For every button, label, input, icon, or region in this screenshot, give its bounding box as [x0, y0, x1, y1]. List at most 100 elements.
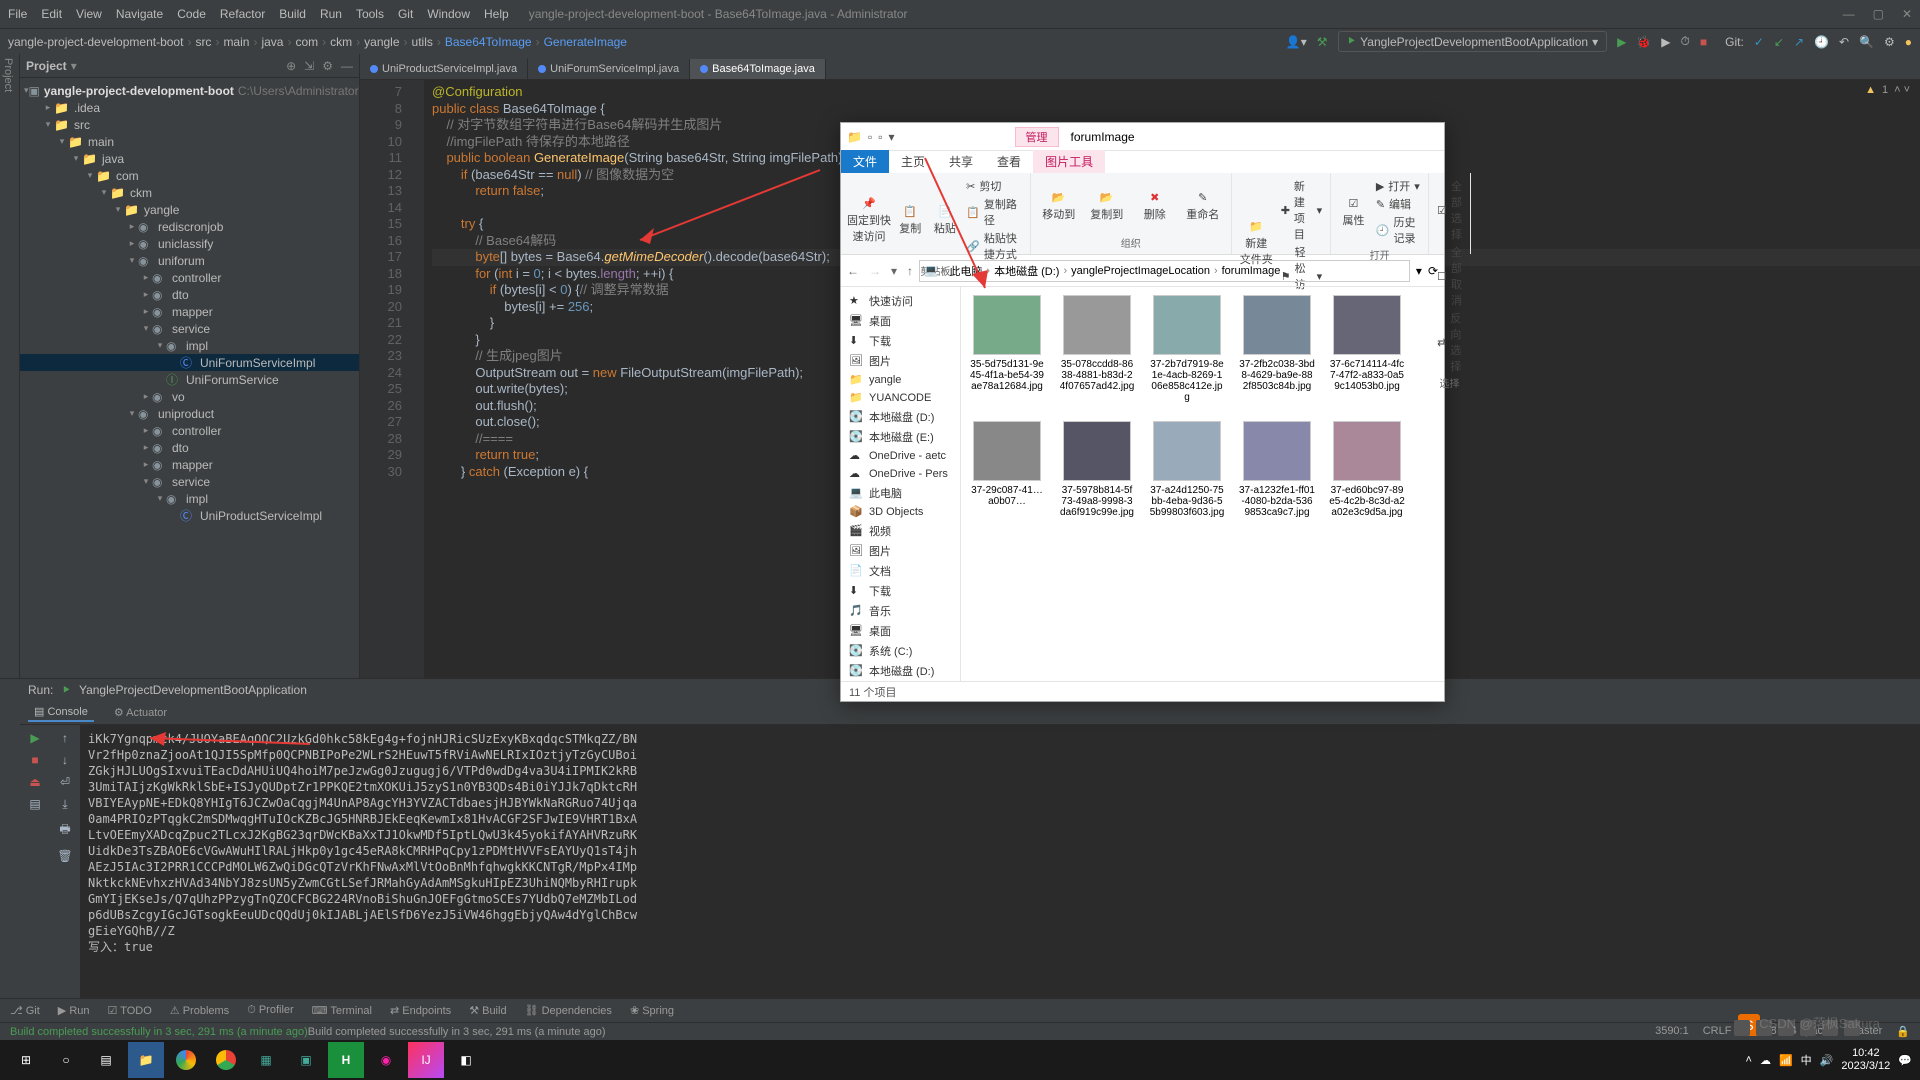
path-segment[interactable]: 此电脑	[949, 263, 982, 279]
nav-item[interactable]: ☁OneDrive - Pers	[841, 465, 960, 483]
menu-help[interactable]: Help	[484, 7, 509, 21]
close-icon[interactable]: ✕	[1902, 7, 1912, 21]
layout-icon[interactable]: ▤	[29, 797, 40, 811]
nav-item[interactable]: 📁yangle	[841, 371, 960, 389]
tree-item[interactable]: ▸◉mapper	[20, 456, 359, 473]
rename-button[interactable]: ✎重命名	[1183, 177, 1223, 235]
qat-icon[interactable]: ▫	[878, 130, 882, 144]
tree-item[interactable]: ▸◉mapper	[20, 303, 359, 320]
down-icon[interactable]: ↓	[62, 753, 68, 767]
file-item[interactable]: 37-ed60bc97-89e5-4c2b-8c3d-a2a02e3c9d5a.…	[1329, 421, 1405, 518]
volume-icon[interactable]: 🔊	[1820, 1054, 1834, 1067]
editor-tab[interactable]: UniProductServiceImpl.java	[360, 59, 528, 79]
qat-dropdown-icon[interactable]: ▾	[888, 130, 894, 144]
tool-problems[interactable]: ⚠ Problems	[170, 1004, 229, 1017]
tree-item[interactable]: ⒸUniProductServiceImpl	[20, 507, 359, 524]
tree-item[interactable]: ▾📁java	[20, 150, 359, 167]
file-grid[interactable]: 35-5d75d131-9e45-4f1a-be54-39ae78a12684.…	[961, 287, 1444, 681]
nav-item[interactable]: 🖼图片	[841, 541, 960, 561]
minimize-icon[interactable]: —	[1843, 7, 1855, 21]
path-segment[interactable]: forumImage	[1222, 265, 1281, 277]
tree-item[interactable]: ▾◉uniproduct	[20, 405, 359, 422]
editor-tab[interactable]: UniForumServiceImpl.java	[528, 59, 690, 79]
run-config-selector[interactable]: ⯈ YangleProjectDevelopmentBootApplicatio…	[1338, 31, 1608, 52]
tree-item[interactable]: ▾◉impl	[20, 490, 359, 507]
breadcrumb-item[interactable]: Base64ToImage	[445, 35, 532, 49]
tree-root[interactable]: ▾▣yangle-project-development-boot C:\Use…	[20, 82, 359, 99]
tree-item[interactable]: ▸◉dto	[20, 286, 359, 303]
tool-spring[interactable]: ❀ Spring	[630, 1004, 674, 1017]
tool-dependencies[interactable]: ⛓ Dependencies	[525, 1004, 612, 1017]
console-text[interactable]: iKk7Ygnqpmck4/JUOYaBEAqOQC2UzkGd0hkc58kE…	[80, 725, 1920, 998]
tree-item[interactable]: ▾📁com	[20, 167, 359, 184]
tree-item[interactable]: ▾◉service	[20, 320, 359, 337]
menu-navigate[interactable]: Navigate	[116, 7, 163, 21]
tree-item[interactable]: ▸📁.idea	[20, 99, 359, 116]
search-icon[interactable]: 🔍	[1859, 35, 1874, 49]
breadcrumb-item[interactable]: src	[195, 35, 211, 49]
hbuilder-icon[interactable]: H	[328, 1042, 364, 1078]
maximize-icon[interactable]: ▢	[1873, 7, 1884, 21]
paste-button[interactable]: 📄粘贴	[932, 177, 959, 263]
clock-date[interactable]: 2023/3/12	[1841, 1060, 1890, 1073]
app-icon[interactable]: ▦	[248, 1042, 284, 1078]
menu-file[interactable]: File	[8, 7, 27, 21]
menu-run[interactable]: Run	[320, 7, 342, 21]
explorer-window[interactable]: 📁 ▫ ▫ ▾ 管理 forumImage 文件 主页 共享 查看 图片工具 📌…	[840, 122, 1445, 702]
stop-icon[interactable]: ■	[1700, 35, 1707, 49]
breadcrumb-item[interactable]: main	[223, 35, 249, 49]
breadcrumb-item[interactable]: yangle	[364, 35, 399, 49]
git-history-icon[interactable]: 🕘	[1814, 35, 1829, 49]
tree-item[interactable]: ⒾUniForumService	[20, 371, 359, 388]
nav-item[interactable]: 🖼图片	[841, 351, 960, 371]
wifi-icon[interactable]: 📶	[1779, 1054, 1793, 1067]
ide-settings-icon[interactable]: ⚙	[1884, 35, 1895, 49]
ribbon-tab-file[interactable]: 文件	[841, 150, 889, 173]
nav-item[interactable]: 💽本地磁盘 (D:)	[841, 407, 960, 427]
print-icon[interactable]: 🖶	[59, 820, 70, 841]
hide-icon[interactable]: —	[341, 59, 353, 73]
nav-item[interactable]: 🖥桌面	[841, 621, 960, 641]
profile-icon[interactable]: ⏱	[1681, 34, 1690, 49]
nav-item[interactable]: 📁YUANCODE	[841, 389, 960, 407]
recent-icon[interactable]: ▾	[891, 264, 897, 278]
cut-button[interactable]: ✂ 剪切	[966, 177, 1022, 195]
tree-item[interactable]: ▾📁yangle	[20, 201, 359, 218]
manage-tab[interactable]: 管理	[1015, 127, 1059, 147]
hammer-icon[interactable]: ⚒	[1317, 35, 1328, 49]
clear-icon[interactable]: 🗑	[57, 849, 72, 863]
taskview-button[interactable]: ▤	[88, 1042, 124, 1078]
tray-dot[interactable]	[1734, 1020, 1750, 1036]
app-icon[interactable]: ◧	[448, 1042, 484, 1078]
chrome-canary-icon[interactable]	[168, 1042, 204, 1078]
newitem-button[interactable]: ✚ 新建项目 ▾	[1281, 177, 1322, 243]
tree-item[interactable]: ▸◉controller	[20, 422, 359, 439]
status-item[interactable]: 3590:1	[1655, 1025, 1689, 1038]
git-update-icon[interactable]: ✓	[1754, 35, 1764, 49]
nav-item[interactable]: 💽系统 (C:)	[841, 641, 960, 661]
notification-icon[interactable]: 💬	[1898, 1054, 1912, 1067]
nav-item[interactable]: 💻此电脑	[841, 483, 960, 503]
tree-item[interactable]: ▸◉dto	[20, 439, 359, 456]
address-bar[interactable]: 💻›此电脑›本地磁盘 (D:)›yangleProjectImageLocati…	[919, 260, 1410, 282]
breadcrumb-item[interactable]: yangle-project-development-boot	[8, 35, 183, 49]
exit-icon[interactable]: ⏏	[29, 775, 40, 789]
coverage-icon[interactable]: ▶	[1661, 35, 1670, 49]
addr-dropdown-icon[interactable]: ▾	[1416, 264, 1422, 278]
selectall-button[interactable]: ☑ 全部选择	[1437, 177, 1462, 243]
qat-icon[interactable]: ▫	[868, 130, 872, 144]
menu-view[interactable]: View	[76, 7, 102, 21]
nav-item[interactable]: 💽本地磁盘 (E:)	[841, 427, 960, 447]
start-button[interactable]: ⊞	[8, 1042, 44, 1078]
copypath-button[interactable]: 📋 复制路径	[966, 195, 1022, 229]
nav-item[interactable]: 📄文档	[841, 561, 960, 581]
tool-todo[interactable]: ☑ TODO	[108, 1004, 152, 1017]
tree-item[interactable]: ▸◉controller	[20, 269, 359, 286]
menu-code[interactable]: Code	[177, 7, 206, 21]
ribbon-tab-view[interactable]: 查看	[985, 150, 1033, 173]
tool-run[interactable]: ▶ Run	[58, 1004, 90, 1017]
git-rollback-icon[interactable]: ↶	[1839, 35, 1849, 49]
tree-item[interactable]: ▸◉rediscronjob	[20, 218, 359, 235]
tree-item[interactable]: ⒸUniForumServiceImpl	[20, 354, 359, 371]
ribbon-tab-share[interactable]: 共享	[937, 150, 985, 173]
